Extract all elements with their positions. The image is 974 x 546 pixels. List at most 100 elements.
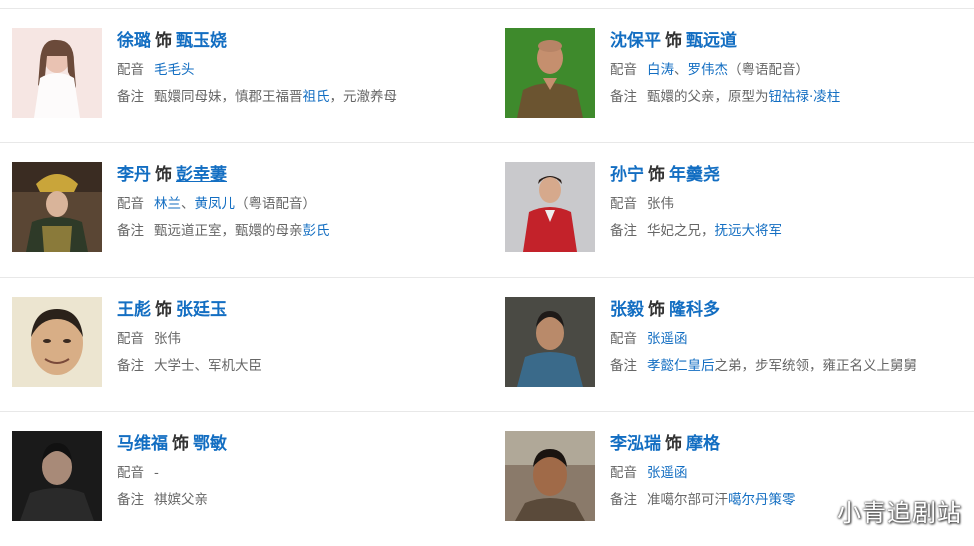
note-line: 备注 甄远道正室，甄嬛的母亲彭氏 [117,221,487,241]
link[interactable]: 祖氏 [303,89,330,105]
cast-row: 王彪饰张廷玉 配音 张伟 备注 大学士、军机大臣 张毅饰隆科多 配音 张遥函 备注 孝懿… [0,277,974,412]
as-text: 饰 [648,300,665,320]
actor-name[interactable]: 李丹 [117,165,151,185]
role-name[interactable]: 隆科多 [669,300,720,320]
link[interactable]: 钮祜禄·凌柱 [769,89,841,105]
cast-title: 徐璐饰甄玉娆 [117,29,487,53]
text: 张伟 [647,196,674,212]
text: 张伟 [154,331,181,347]
text: ，元澈养母 [329,89,398,105]
note-label: 备注 [117,492,144,508]
cast-card: 李丹饰彭幸萋 配音 林兰、黄凤儿（粤语配音） 备注 甄远道正室，甄嬛的母亲彭氏 [12,143,492,277]
link[interactable]: 白涛 [647,62,674,78]
actor-name[interactable]: 张毅 [610,300,644,320]
cast-title: 沈保平饰甄远道 [610,29,974,53]
role-name[interactable]: 甄远道 [686,31,737,51]
dubbing-line: 配音 张遥函 [610,329,974,349]
link[interactable]: 彭氏 [303,223,330,239]
actor-name[interactable]: 徐璐 [117,31,151,51]
link[interactable]: 张遥函 [647,465,688,481]
note-line: 备注 甄嬛的父亲，原型为钮祜禄·凌柱 [610,87,974,107]
link[interactable]: 孝懿仁皇后 [647,358,715,374]
watermark: 小青追剧站 [837,499,962,527]
dubbing-line: 配音 张伟 [610,194,974,214]
as-text: 饰 [155,31,172,51]
actor-photo[interactable] [505,162,595,252]
actor-name[interactable]: 李泓瑞 [610,434,661,454]
actor-photo[interactable] [12,162,102,252]
text: - [154,465,159,481]
note-label: 备注 [610,89,637,105]
note-line: 备注 孝懿仁皇后之弟，步军统领，雍正名义上舅舅 [610,356,974,376]
actor-photo[interactable] [12,28,102,118]
as-text: 饰 [665,434,682,454]
text: 华妃之兄， [647,223,715,239]
note-line: 备注 华妃之兄，抚远大将军 [610,221,974,241]
cast-title: 马维福饰鄂敏 [117,432,487,456]
text: 准噶尔部可汗 [647,492,728,508]
dubbing-label: 配音 [117,331,144,347]
cast-card: 徐璐饰甄玉娆 配音 毛毛头 备注 甄嬛同母妹，慎郡王福晋祖氏，元澈养母 [12,9,492,143]
role-name[interactable]: 甄玉娆 [176,31,227,51]
cast-title: 王彪饰张廷玉 [117,298,487,322]
dubbing-line: 配音 张遥函 [610,463,974,483]
note-label: 备注 [610,492,637,508]
text: 大学士、军机大臣 [154,358,262,374]
cast-card: 张毅饰隆科多 配音 张遥函 备注 孝懿仁皇后之弟，步军统领，雍正名义上舅舅 [505,278,974,412]
dubbing-label: 配音 [610,62,637,78]
dubbing-label: 配音 [117,62,144,78]
text: 祺嫔父亲 [154,492,208,508]
dubbing-line: 配音 林兰、黄凤儿（粤语配音） [117,194,487,214]
role-name[interactable]: 鄂敏 [193,434,227,454]
dubbing-line: 配音 张伟 [117,329,487,349]
actor-photo[interactable] [12,431,102,521]
cast-card: 沈保平饰甄远道 配音 白涛、罗伟杰（粤语配音） 备注 甄嬛的父亲，原型为钮祜禄·凌柱 [505,9,974,143]
link[interactable]: 噶尔丹策零 [728,492,796,508]
cast-title: 孙宁饰年羹尧 [610,163,974,187]
as-text: 饰 [665,31,682,51]
actor-name[interactable]: 沈保平 [610,31,661,51]
actor-name[interactable]: 孙宁 [610,165,644,185]
cast-title: 张毅饰隆科多 [610,298,974,322]
link[interactable]: 罗伟杰 [688,62,729,78]
cast-card: 王彪饰张廷玉 配音 张伟 备注 大学士、军机大臣 [12,278,492,412]
cast-card: 马维福饰鄂敏 配音 - 备注 祺嫔父亲 [12,412,492,546]
note-line: 备注 祺嫔父亲 [117,490,487,510]
role-name[interactable]: 彭幸萋 [176,165,227,185]
role-name[interactable]: 张廷玉 [176,300,227,320]
as-text: 饰 [155,165,172,185]
note-label: 备注 [117,358,144,374]
note-line: 备注 甄嬛同母妹，慎郡王福晋祖氏，元澈养母 [117,87,487,107]
text: 之弟，步军统领，雍正名义上舅舅 [714,358,918,374]
actor-photo[interactable] [505,431,595,521]
text: 、 [674,62,688,78]
dubbing-label: 配音 [117,465,144,481]
dubbing-line: 配音 白涛、罗伟杰（粤语配音） [610,60,974,80]
actor-photo[interactable] [505,28,595,118]
dubbing-label: 配音 [610,196,637,212]
role-name[interactable]: 年羹尧 [669,165,720,185]
actor-name[interactable]: 马维福 [117,434,168,454]
link[interactable]: 毛毛头 [154,62,195,78]
as-text: 饰 [172,434,189,454]
as-text: 饰 [648,165,665,185]
cast-row: 徐璐饰甄玉娆 配音 毛毛头 备注 甄嬛同母妹，慎郡王福晋祖氏，元澈养母 沈保平饰甄远… [0,8,974,143]
text: 甄嬛同母妹，慎郡王福晋 [154,89,303,105]
note-label: 备注 [610,223,637,239]
link[interactable]: 黄凤儿 [195,196,236,212]
actor-photo[interactable] [12,297,102,387]
cast-row: 马维福饰鄂敏 配音 - 备注 祺嫔父亲 李泓瑞饰摩格 配音 张遥函 备注 准噶尔部可汗噶… [0,411,974,546]
dubbing-label: 配音 [610,465,637,481]
actor-photo[interactable] [505,297,595,387]
link[interactable]: 张遥函 [647,331,688,347]
as-text: 饰 [155,300,172,320]
note-label: 备注 [117,89,144,105]
link[interactable]: 林兰 [154,196,181,212]
role-name[interactable]: 摩格 [686,434,720,454]
link[interactable]: 抚远大将军 [715,223,783,239]
dubbing-line: 配音 - [117,463,487,483]
dubbing-label: 配音 [610,331,637,347]
actor-name[interactable]: 王彪 [117,300,151,320]
text: （粤语配音） [728,62,809,78]
text: 、 [181,196,195,212]
